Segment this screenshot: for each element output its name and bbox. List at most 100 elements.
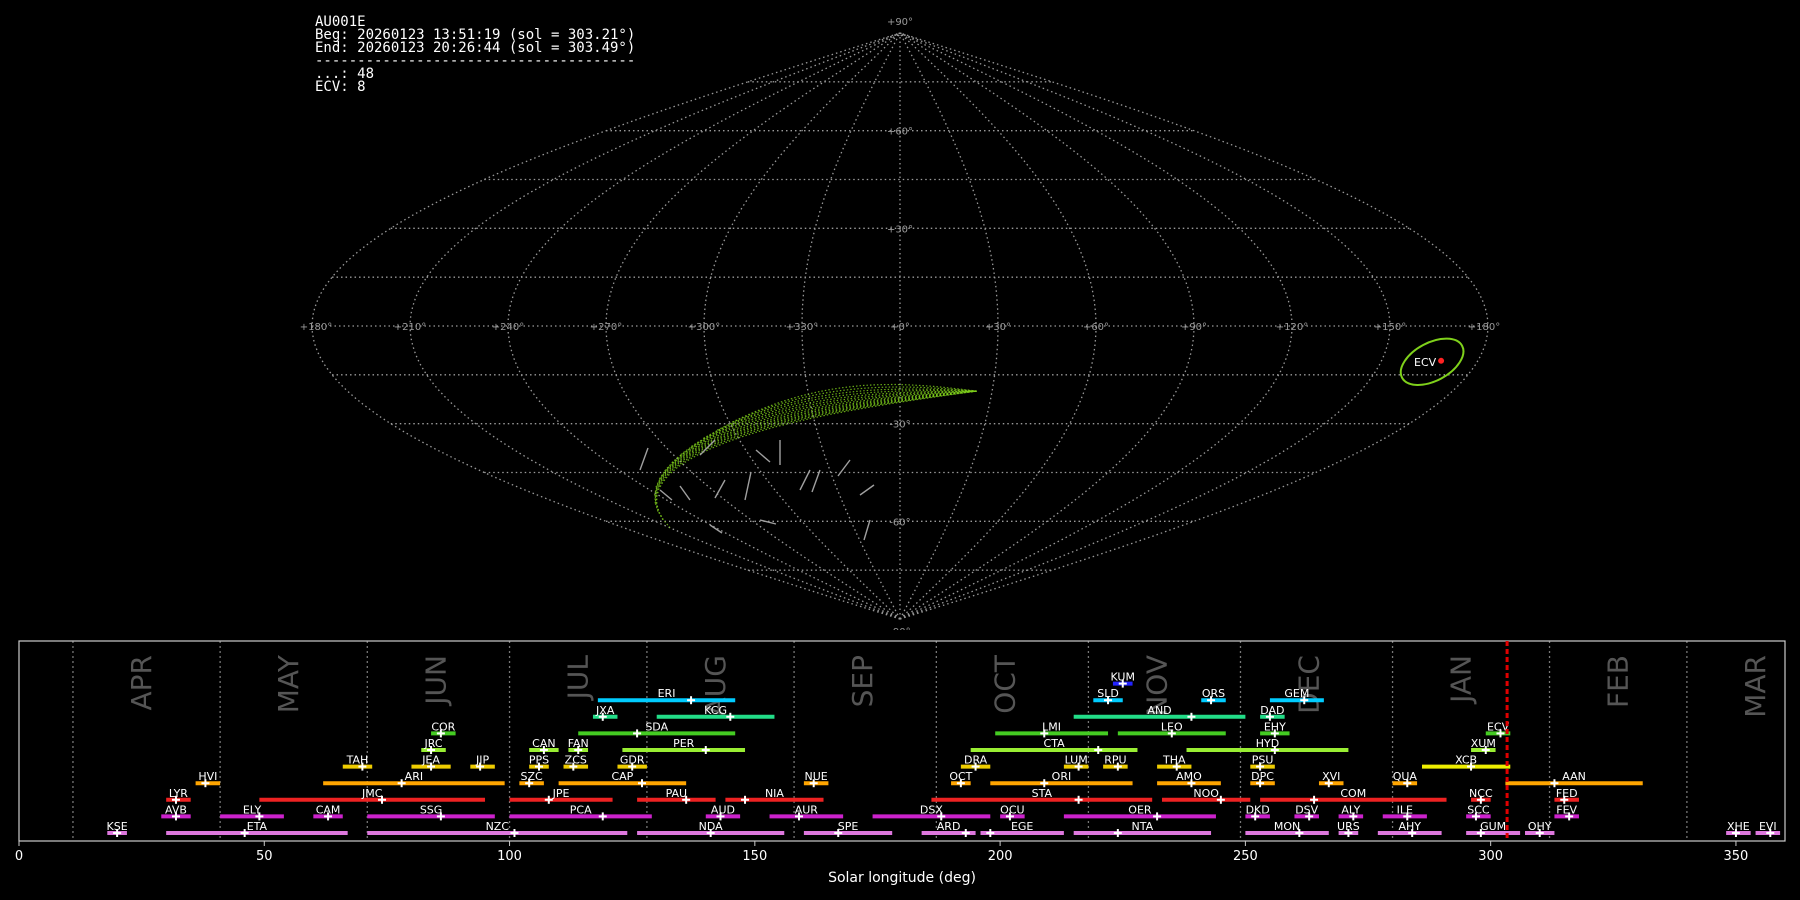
shower-ard: ARD <box>921 820 976 837</box>
shower-xhe: XHE <box>1726 820 1751 837</box>
shower-code: OCU <box>1000 803 1024 816</box>
shower-code: XHE <box>1727 820 1750 833</box>
lon-label: +240° <box>492 322 524 333</box>
shower-code: OHY <box>1528 820 1552 833</box>
shower-qua: QUA <box>1392 770 1418 788</box>
shower-oer: OER <box>1063 803 1216 821</box>
shower-jrc: JRC <box>421 737 446 754</box>
x-axis-ticks: 0 50 100 150 200 250 300 350 <box>15 841 1748 864</box>
lat-label: -30° <box>889 420 910 431</box>
shower-code: PER <box>673 737 695 750</box>
shower-code: AND <box>1147 704 1171 717</box>
shower-fed: FED <box>1554 787 1579 804</box>
shower-code: JIP <box>475 754 489 767</box>
lat-label: +30° <box>887 224 913 235</box>
shower-code: XUM <box>1471 737 1496 750</box>
x-tick-label: 150 <box>742 849 767 864</box>
shower-lmi: LMI <box>995 720 1109 738</box>
shower-rpu: RPU <box>1103 754 1128 771</box>
month-label: JAN <box>1445 655 1478 705</box>
shower-code: ARD <box>937 820 961 833</box>
shower-lum: LUM <box>1063 754 1089 771</box>
x-tick-label: 200 <box>988 849 1013 864</box>
shower-jpe: JPE <box>509 787 613 804</box>
shower-code: DPC <box>1251 770 1274 783</box>
shower-urs: URS <box>1337 820 1360 837</box>
shower-ege: EGE <box>980 820 1064 837</box>
shower-code: NCC <box>1469 787 1493 800</box>
lon-label: +330° <box>786 322 818 333</box>
shower-code: SPE <box>838 820 859 833</box>
shower-code: AMO <box>1176 770 1202 783</box>
shower-fan: FAN <box>568 737 589 754</box>
x-tick-label: 50 <box>256 849 273 864</box>
shower-code: DAD <box>1260 704 1284 717</box>
shower-sda: SDA <box>578 720 736 738</box>
shower-code: GDR <box>620 754 645 767</box>
sky-axis-labels: +180° +150° +120° +90° +60° +30° +0° +330° +300°… <box>300 17 1500 630</box>
shower-code: SCC <box>1467 803 1490 816</box>
lon-label: +30° <box>985 322 1011 333</box>
month-label: OCT <box>988 654 1021 714</box>
shower-oct: OCT <box>949 770 973 788</box>
month-label: SEP <box>846 655 879 707</box>
lat-label: -60° <box>889 517 910 528</box>
shower-code: JRC <box>424 737 443 750</box>
shower-leo: LEO <box>1117 720 1226 738</box>
month-label: JUN <box>419 655 452 707</box>
sporadic-track <box>709 524 723 534</box>
shower-code: SSG <box>420 803 443 816</box>
lon-label: +120° <box>1276 322 1308 333</box>
shower-gum: GUM <box>1466 820 1521 837</box>
meteor-track <box>655 390 977 520</box>
shower-aly: ALY <box>1338 803 1364 821</box>
shower-bars: KUM ERI SLD ORS GEM JXA KCG AND DAD COR SDA LMI LEO E… <box>107 671 1781 837</box>
shower-code: LYR <box>169 787 188 800</box>
shower-code: AUD <box>711 803 735 816</box>
shower-code: ALY <box>1341 803 1360 816</box>
lon-label: +300° <box>688 322 720 333</box>
shower-xum: XUM <box>1471 737 1496 754</box>
lon-label: +60° <box>1083 322 1109 333</box>
shower-can: CAN <box>529 737 559 754</box>
shower-ocu: OCU <box>1000 803 1025 821</box>
shower-spe: SPE <box>803 820 893 837</box>
shower-scc: SCC <box>1466 803 1491 821</box>
shower-code: AVB <box>165 803 187 816</box>
shower-code: ORI <box>1052 770 1072 783</box>
lon-label: +180° <box>1468 322 1500 333</box>
shower-sta: STA <box>931 787 1153 804</box>
shower-noo: NOO <box>1161 787 1251 804</box>
shower-code: DSV <box>1295 803 1318 816</box>
month-label: MAY <box>272 654 305 713</box>
ecv-radiant: ECV <box>1399 337 1465 386</box>
shower-ors: ORS <box>1201 687 1226 705</box>
shower-code: URS <box>1337 820 1360 833</box>
shower-kse: KSE <box>107 820 128 837</box>
shower-code: JEA <box>421 754 440 767</box>
shower-code: QUA <box>1393 770 1418 783</box>
shower-code: MON <box>1274 820 1300 833</box>
shower-code: ARI <box>405 770 423 783</box>
lon-label: +90° <box>1181 322 1207 333</box>
shower-ohy: OHY <box>1525 820 1555 837</box>
shower-code: TAH <box>346 754 369 767</box>
shower-code: DRA <box>964 754 988 767</box>
shower-code: CTA <box>1044 737 1066 750</box>
shower-xcb: XCB <box>1421 754 1511 771</box>
shower-szc: SZC <box>519 770 544 788</box>
radiant-point <box>1438 357 1445 364</box>
shower-code: SZC <box>521 770 544 783</box>
month-label: MAR <box>1739 655 1772 718</box>
shower-code: RPU <box>1104 754 1126 767</box>
shower-code: CAN <box>532 737 555 750</box>
month-label: DEC <box>1292 655 1325 714</box>
shower-ori: ORI <box>990 770 1133 788</box>
shower-code: XVI <box>1322 770 1340 783</box>
shower-jxa: JXA <box>592 704 618 721</box>
shower-code: ETA <box>247 820 268 833</box>
shower-hvi: HVI <box>195 770 221 788</box>
shower-dra: DRA <box>960 754 991 771</box>
sporadic-track <box>639 447 649 471</box>
shower-cap: CAP <box>558 770 687 788</box>
